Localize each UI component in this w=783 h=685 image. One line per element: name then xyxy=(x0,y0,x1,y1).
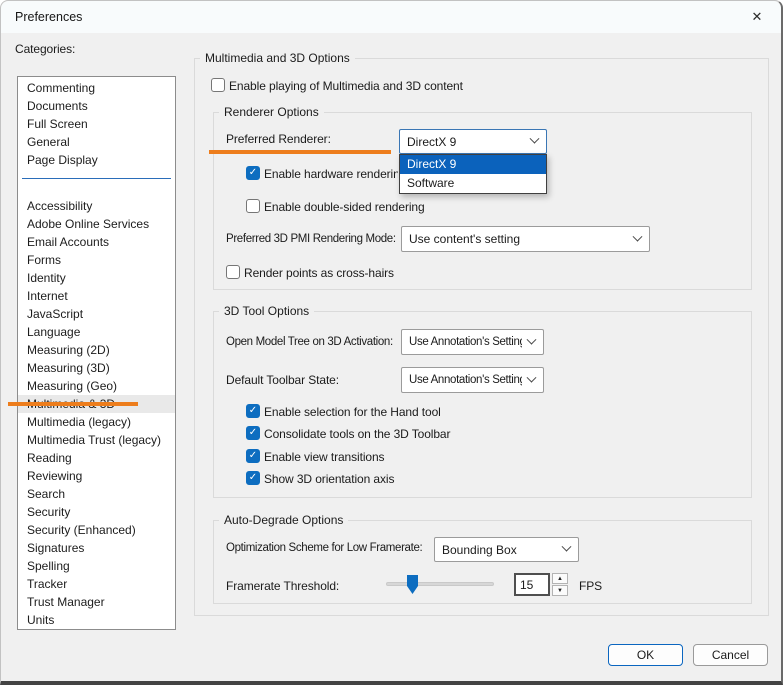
double-sided-checkbox[interactable]: ✓ xyxy=(246,199,260,213)
chevron-down-icon xyxy=(527,334,537,344)
render-points-label: Render points as cross-hairs xyxy=(244,266,394,281)
sidebar-item[interactable]: Identity xyxy=(18,269,175,287)
group-title: Multimedia and 3D Options xyxy=(200,51,355,66)
selected-value: DirectX 9 xyxy=(407,135,456,149)
sidebar-item[interactable]: Reading xyxy=(18,449,175,467)
selected-value: Bounding Box xyxy=(442,543,517,557)
close-icon[interactable]: ✕ xyxy=(746,7,768,27)
orientation-axis-label: Show 3D orientation axis xyxy=(264,472,394,487)
sidebar-item[interactable]: Documents xyxy=(18,97,175,115)
renderer-dropdown-popup: DirectX 9 Software xyxy=(399,154,547,194)
fps-unit-label: FPS xyxy=(579,579,602,594)
ok-button[interactable]: OK xyxy=(608,644,683,666)
sidebar-item[interactable]: JavaScript xyxy=(18,305,175,323)
sidebar-item[interactable]: Trust Manager xyxy=(18,593,175,611)
hardware-rendering-label: Enable hardware rendering for leg xyxy=(264,167,398,182)
preferences-dialog: Preferences ✕ Categories: Commenting Doc… xyxy=(0,0,783,685)
check-icon: ✓ xyxy=(249,428,257,438)
selected-category-underline xyxy=(8,402,138,406)
sidebar-item[interactable]: Spelling xyxy=(18,557,175,575)
sidebar-item[interactable]: Language xyxy=(18,323,175,341)
pmi-mode-select[interactable]: Use content's setting xyxy=(401,226,650,252)
framerate-slider-track[interactable] xyxy=(386,582,494,586)
view-transitions-checkbox[interactable]: ✓ xyxy=(246,449,260,463)
sidebar-item[interactable]: Security xyxy=(18,503,175,521)
sidebar-item[interactable]: Security (Enhanced) xyxy=(18,521,175,539)
sidebar-item[interactable]: Measuring (3D) xyxy=(18,359,175,377)
view-transitions-label: Enable view transitions xyxy=(264,450,384,465)
sidebar-item[interactable]: Forms xyxy=(18,251,175,269)
stepper-down-icon[interactable]: ▼ xyxy=(552,585,568,596)
sidebar-item[interactable]: Email Accounts xyxy=(18,233,175,251)
cancel-label: Cancel xyxy=(712,648,749,662)
preferred-renderer-label: Preferred Renderer: xyxy=(226,132,331,147)
hand-tool-selection-label: Enable selection for the Hand tool xyxy=(264,405,441,420)
sidebar-item[interactable]: Tracker xyxy=(18,575,175,593)
framerate-stepper: ▲ ▼ xyxy=(552,573,568,596)
check-icon: ✓ xyxy=(249,406,257,416)
window-title: Preferences xyxy=(15,10,82,24)
sidebar-item[interactable]: Internet xyxy=(18,287,175,305)
default-toolbar-label: Default Toolbar State: xyxy=(226,373,339,388)
divider-line xyxy=(22,178,171,179)
sidebar-item[interactable]: Accessibility xyxy=(18,197,175,215)
pmi-mode-label: Preferred 3D PMI Rendering Mode: xyxy=(226,232,396,247)
chevron-down-icon xyxy=(562,542,572,552)
title-bar: Preferences ✕ xyxy=(1,1,781,33)
optimization-scheme-select[interactable]: Bounding Box xyxy=(434,537,579,562)
group-title: 3D Tool Options xyxy=(219,304,314,319)
check-icon: ✓ xyxy=(249,473,257,483)
default-toolbar-select[interactable]: Use Annotation's Setting xyxy=(401,367,544,393)
optimization-scheme-label: Optimization Scheme for Low Framerate: xyxy=(226,541,422,556)
render-points-checkbox[interactable]: ✓ xyxy=(226,265,240,279)
sidebar-item[interactable]: Adobe Online Services xyxy=(18,215,175,233)
double-sided-label: Enable double-sided rendering xyxy=(264,200,425,215)
sidebar-item[interactable]: Measuring (Geo) xyxy=(18,377,175,395)
selected-value: Use Annotation's Setting xyxy=(409,336,522,348)
selected-value: Use Annotation's Setting xyxy=(409,374,522,386)
cancel-button[interactable]: Cancel xyxy=(693,644,768,666)
preferred-renderer-underline xyxy=(209,150,391,154)
sidebar-item[interactable]: Search xyxy=(18,485,175,503)
chevron-down-icon xyxy=(527,372,537,382)
sidebar-item[interactable]: General xyxy=(18,133,175,151)
chevron-down-icon xyxy=(633,231,643,241)
dropdown-option-software[interactable]: Software xyxy=(400,174,546,193)
framerate-value: 15 xyxy=(520,578,533,592)
consolidate-tools-checkbox[interactable]: ✓ xyxy=(246,426,260,440)
sidebar-item[interactable]: Page Display xyxy=(18,151,175,169)
categories-list: Commenting Documents Full Screen General… xyxy=(17,76,176,630)
orientation-axis-checkbox[interactable]: ✓ xyxy=(246,471,260,485)
categories-label: Categories: xyxy=(15,42,75,57)
list-divider xyxy=(18,178,175,197)
enable-playing-checkbox[interactable]: ✓ xyxy=(211,78,225,92)
sidebar-item[interactable]: Units xyxy=(18,611,175,629)
open-model-tree-select[interactable]: Use Annotation's Setting xyxy=(401,329,544,355)
open-model-tree-label: Open Model Tree on 3D Activation: xyxy=(226,335,393,350)
sidebar-item[interactable]: Multimedia Trust (legacy) xyxy=(18,431,175,449)
stepper-up-icon[interactable]: ▲ xyxy=(552,573,568,584)
consolidate-tools-label: Consolidate tools on the 3D Toolbar xyxy=(264,427,450,442)
framerate-threshold-label: Framerate Threshold: xyxy=(226,579,339,594)
enable-playing-label: Enable playing of Multimedia and 3D cont… xyxy=(229,79,463,94)
group-title: Auto-Degrade Options xyxy=(219,513,348,528)
framerate-input[interactable]: 15 xyxy=(514,573,550,596)
check-icon: ✓ xyxy=(249,168,257,178)
ok-label: OK xyxy=(637,648,654,662)
hand-tool-selection-checkbox[interactable]: ✓ xyxy=(246,404,260,418)
sidebar-item[interactable]: Full Screen xyxy=(18,115,175,133)
sidebar-item[interactable]: Reviewing xyxy=(18,467,175,485)
check-icon: ✓ xyxy=(249,451,257,461)
dropdown-option-directx9[interactable]: DirectX 9 xyxy=(400,155,546,174)
sidebar-item[interactable]: Commenting xyxy=(18,79,175,97)
selected-value: Use content's setting xyxy=(409,232,520,246)
chevron-down-icon xyxy=(530,134,540,144)
preferred-renderer-select[interactable]: DirectX 9 xyxy=(399,129,547,154)
sidebar-item[interactable]: Signatures xyxy=(18,539,175,557)
group-title: Renderer Options xyxy=(219,105,324,120)
hardware-rendering-checkbox[interactable]: ✓ xyxy=(246,166,260,180)
sidebar-item[interactable]: Measuring (2D) xyxy=(18,341,175,359)
sidebar-item[interactable]: Multimedia (legacy) xyxy=(18,413,175,431)
